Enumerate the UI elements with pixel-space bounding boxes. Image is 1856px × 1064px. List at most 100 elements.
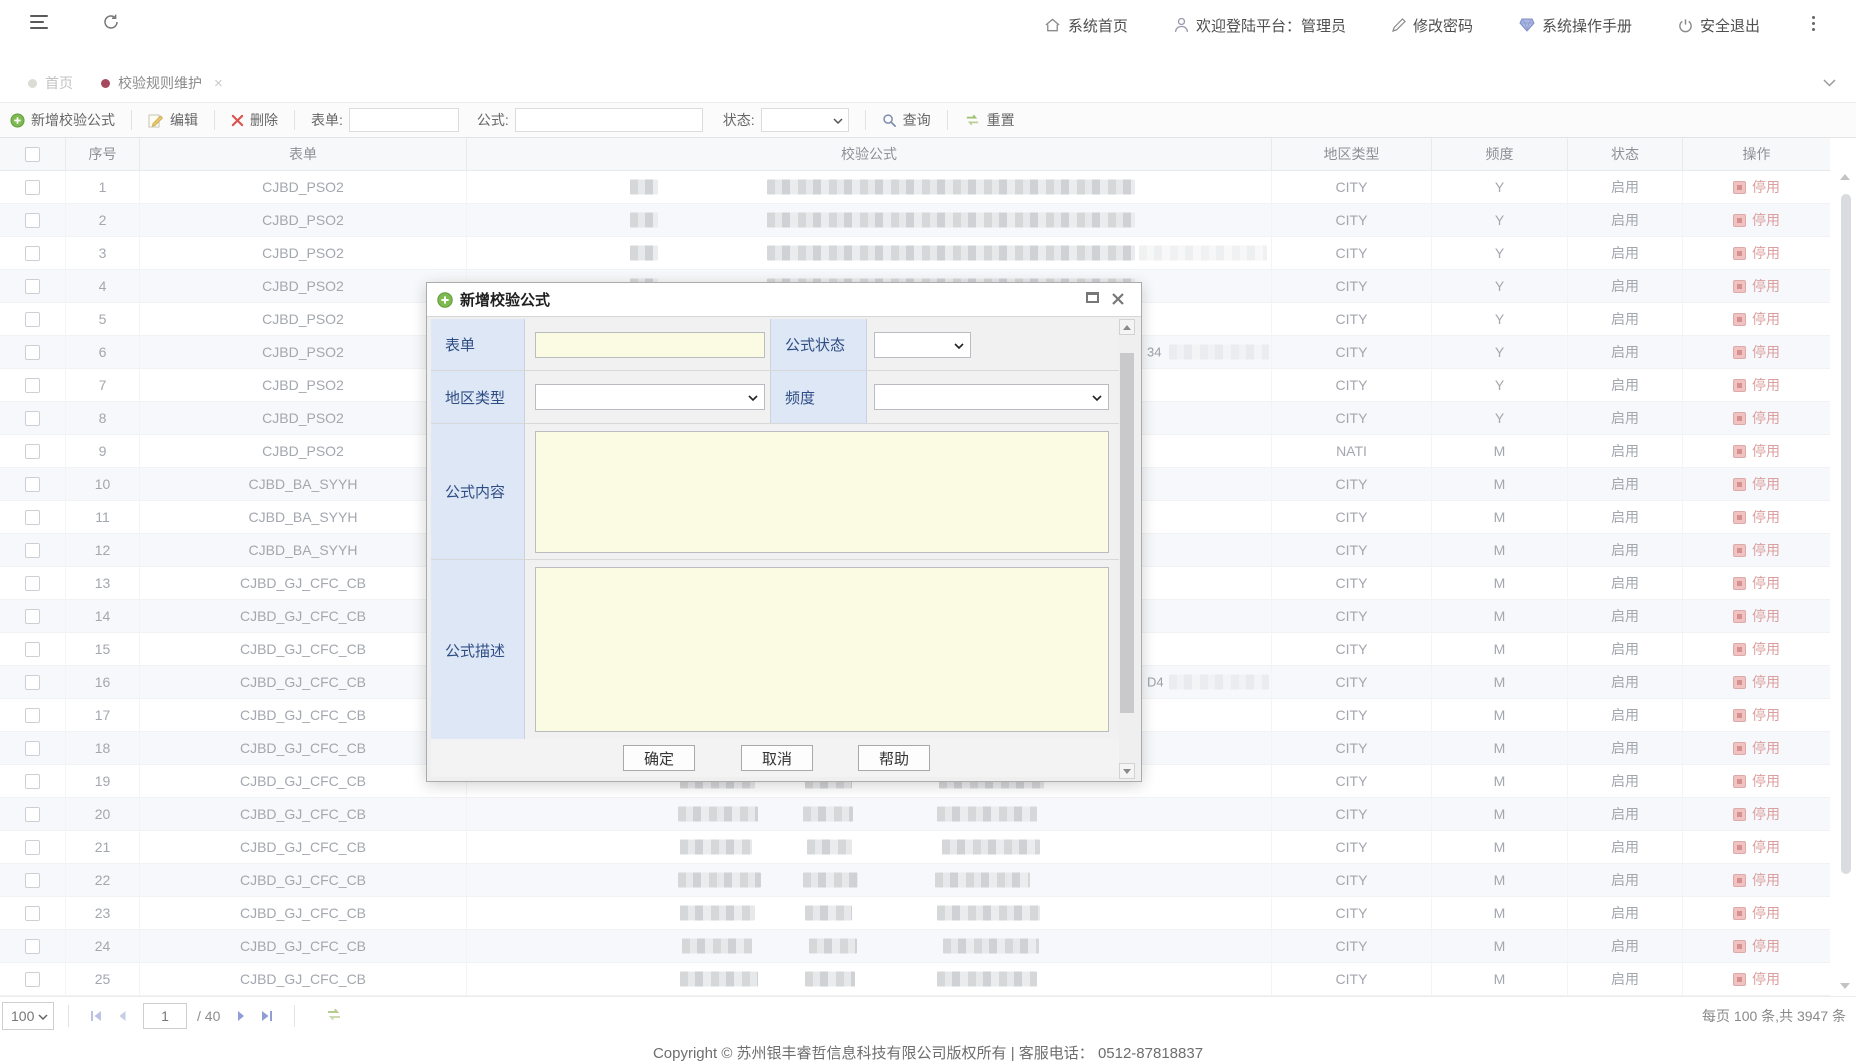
row-checkbox[interactable] (25, 708, 40, 723)
row-disable-action[interactable]: 停用 (1683, 963, 1830, 995)
menu-icon[interactable] (30, 15, 50, 31)
select-all-checkbox[interactable] (25, 147, 40, 162)
row-disable-action[interactable]: 停用 (1683, 798, 1830, 830)
nav-safe-logout[interactable]: 安全退出 (1678, 15, 1760, 36)
row-checkbox[interactable] (25, 840, 40, 855)
row-checkbox[interactable] (25, 972, 40, 987)
add-formula-button[interactable]: 新增校验公式 (10, 110, 115, 130)
scroll-down-icon[interactable] (1840, 983, 1850, 989)
row-disable-action[interactable]: 停用 (1683, 303, 1830, 335)
row-checkbox[interactable] (25, 807, 40, 822)
prev-page-button[interactable] (109, 1003, 135, 1029)
frequency-select[interactable] (874, 384, 1109, 410)
formula-filter-input[interactable] (515, 108, 703, 132)
scroll-up-icon[interactable] (1840, 174, 1850, 180)
cancel-button[interactable]: 取消 (741, 745, 813, 771)
scroll-up-icon[interactable] (1119, 319, 1135, 335)
row-checkbox[interactable] (25, 213, 40, 228)
reset-button[interactable]: 重置 (964, 110, 1015, 130)
formula-status-select[interactable] (874, 332, 971, 358)
next-page-button[interactable] (228, 1003, 254, 1029)
page-size-select[interactable]: 100 (2, 1002, 54, 1030)
row-checkbox[interactable] (25, 378, 40, 393)
scrollbar-thumb[interactable] (1841, 194, 1851, 874)
row-checkbox[interactable] (25, 774, 40, 789)
frequency-label: 频度 (770, 371, 867, 423)
row-checkbox[interactable] (25, 675, 40, 690)
row-disable-action[interactable]: 停用 (1683, 204, 1830, 236)
status-filter-select[interactable] (761, 108, 849, 132)
row-checkbox[interactable] (25, 246, 40, 261)
nav-welcome-admin[interactable]: 欢迎登陆平台：管理员 (1174, 15, 1346, 36)
scrollbar-thumb[interactable] (1120, 353, 1134, 713)
row-disable-action[interactable]: 停用 (1683, 600, 1830, 632)
maximize-icon[interactable] (1086, 292, 1099, 306)
row-checkbox[interactable] (25, 180, 40, 195)
delete-button[interactable]: 删除 (231, 110, 278, 130)
tab-list-chevron-icon[interactable] (1823, 74, 1836, 92)
row-checkbox[interactable] (25, 543, 40, 558)
row-checkbox[interactable] (25, 510, 40, 525)
row-disable-action[interactable]: 停用 (1683, 567, 1830, 599)
form-filter-input[interactable] (349, 108, 459, 132)
row-checkbox[interactable] (25, 642, 40, 657)
row-disable-action[interactable]: 停用 (1683, 336, 1830, 368)
nav-operation-manual[interactable]: 系统操作手册 (1519, 15, 1632, 36)
row-checkbox[interactable] (25, 939, 40, 954)
row-disable-action[interactable]: 停用 (1683, 435, 1830, 467)
table-scrollbar[interactable] (1840, 150, 1853, 995)
row-disable-action[interactable]: 停用 (1683, 765, 1830, 797)
search-button[interactable]: 查询 (882, 110, 931, 130)
row-disable-action[interactable]: 停用 (1683, 270, 1830, 302)
row-checkbox[interactable] (25, 411, 40, 426)
formula-content-textarea[interactable] (535, 431, 1109, 553)
tab-home[interactable]: 首页 (14, 67, 87, 99)
row-checkbox[interactable] (25, 906, 40, 921)
row-disable-action[interactable]: 停用 (1683, 468, 1830, 500)
row-checkbox[interactable] (25, 873, 40, 888)
row-disable-action[interactable]: 停用 (1683, 369, 1830, 401)
ok-button[interactable]: 确定 (623, 745, 695, 771)
row-disable-action[interactable]: 停用 (1683, 864, 1830, 896)
tab-close-icon[interactable]: × (214, 75, 223, 92)
formula-desc-textarea[interactable] (535, 567, 1109, 732)
scroll-down-icon[interactable] (1119, 763, 1135, 779)
row-checkbox[interactable] (25, 279, 40, 294)
row-checkbox[interactable] (25, 345, 40, 360)
tab-validation-rules[interactable]: 校验规则维护 × (87, 67, 237, 99)
row-disable-action[interactable]: 停用 (1683, 930, 1830, 962)
row-disable-action[interactable]: 停用 (1683, 237, 1830, 269)
row-disable-action[interactable]: 停用 (1683, 897, 1830, 929)
dialog-title-bar[interactable]: 新增校验公式 (427, 283, 1141, 317)
row-checkbox[interactable] (25, 312, 40, 327)
row-checkbox[interactable] (25, 477, 40, 492)
row-disable-action[interactable]: 停用 (1683, 501, 1830, 533)
edit-button[interactable]: 编辑 (148, 110, 198, 130)
page-number-input[interactable] (143, 1003, 187, 1029)
row-checkbox[interactable] (25, 609, 40, 624)
first-page-button[interactable] (83, 1003, 109, 1029)
help-button[interactable]: 帮助 (858, 745, 930, 771)
row-checkbox[interactable] (25, 444, 40, 459)
row-disable-action[interactable]: 停用 (1683, 534, 1830, 566)
table-row: 24 CJBD_GJ_CFC_CB CITY M 启用 停用 (0, 930, 1830, 963)
row-disable-action[interactable]: 停用 (1683, 171, 1830, 203)
row-disable-action[interactable]: 停用 (1683, 402, 1830, 434)
nav-system-home[interactable]: 系统首页 (1044, 15, 1128, 36)
row-disable-action[interactable]: 停用 (1683, 633, 1830, 665)
row-disable-action[interactable]: 停用 (1683, 666, 1830, 698)
row-checkbox[interactable] (25, 741, 40, 756)
form-input[interactable] (535, 332, 765, 358)
refresh-icon[interactable] (102, 13, 120, 36)
more-options-icon[interactable] (1810, 13, 1816, 34)
last-page-button[interactable] (254, 1003, 280, 1029)
nav-change-password[interactable]: 修改密码 (1392, 15, 1473, 36)
row-checkbox[interactable] (25, 576, 40, 591)
reload-table-button[interactable] (325, 1008, 343, 1024)
dialog-scrollbar[interactable] (1119, 319, 1135, 779)
region-type-select[interactable] (535, 384, 765, 410)
row-disable-action[interactable]: 停用 (1683, 831, 1830, 863)
close-icon[interactable] (1111, 292, 1125, 306)
row-disable-action[interactable]: 停用 (1683, 699, 1830, 731)
row-disable-action[interactable]: 停用 (1683, 732, 1830, 764)
